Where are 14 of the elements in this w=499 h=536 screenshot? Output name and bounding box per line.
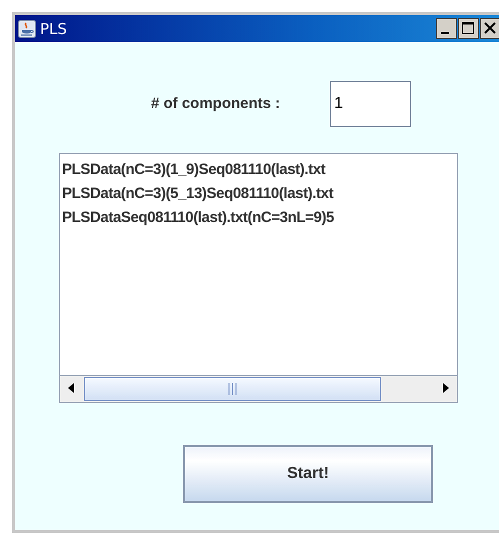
components-field[interactable]: 1	[330, 80, 412, 126]
file-item[interactable]: PLSData(nC=3)(1_9)Seq081110(last).txt	[62, 158, 455, 182]
window-title: PLS	[40, 20, 67, 38]
start-button[interactable]: Start!	[183, 445, 433, 503]
grip-icon	[228, 383, 237, 395]
horizontal-scrollbar[interactable]	[60, 375, 457, 402]
components-label: # of components :	[151, 95, 280, 112]
scroll-thumb[interactable]	[84, 377, 381, 401]
file-item[interactable]: PLSData(nC=3)(5_13)Seq081110(last).txt	[62, 182, 455, 206]
close-icon[interactable]	[480, 18, 499, 39]
file-item[interactable]: PLSDataSeq081110(last).txt(nC=3nL=9)5	[62, 206, 455, 230]
maximize-icon[interactable]	[458, 18, 479, 39]
coffee-cup-icon	[18, 20, 36, 38]
minimize-icon[interactable]	[436, 18, 457, 39]
